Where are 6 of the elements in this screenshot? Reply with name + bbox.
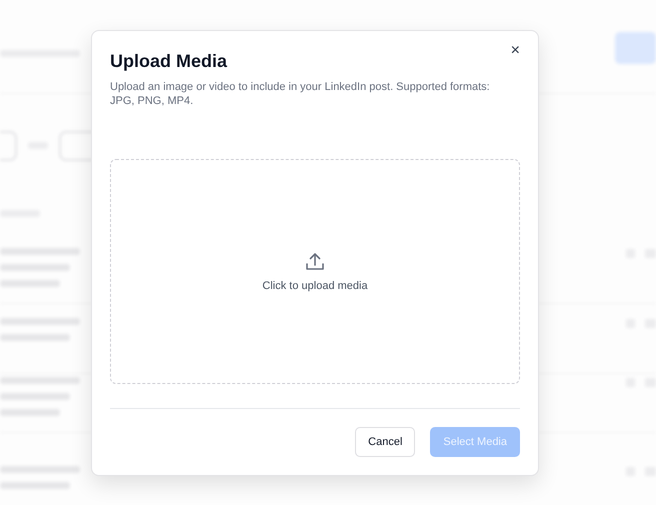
upload-label: Click to upload media [262,280,368,292]
dialog-description: Upload an image or video to include in your LinkedIn post. Supported formats: JPG, PNG, MP4. [110,80,491,108]
cancel-button[interactable]: Cancel [355,427,416,457]
upload-dropzone[interactable]: Click to upload media [110,159,520,384]
upload-icon [305,252,325,272]
dialog-title: Upload Media [110,51,228,72]
